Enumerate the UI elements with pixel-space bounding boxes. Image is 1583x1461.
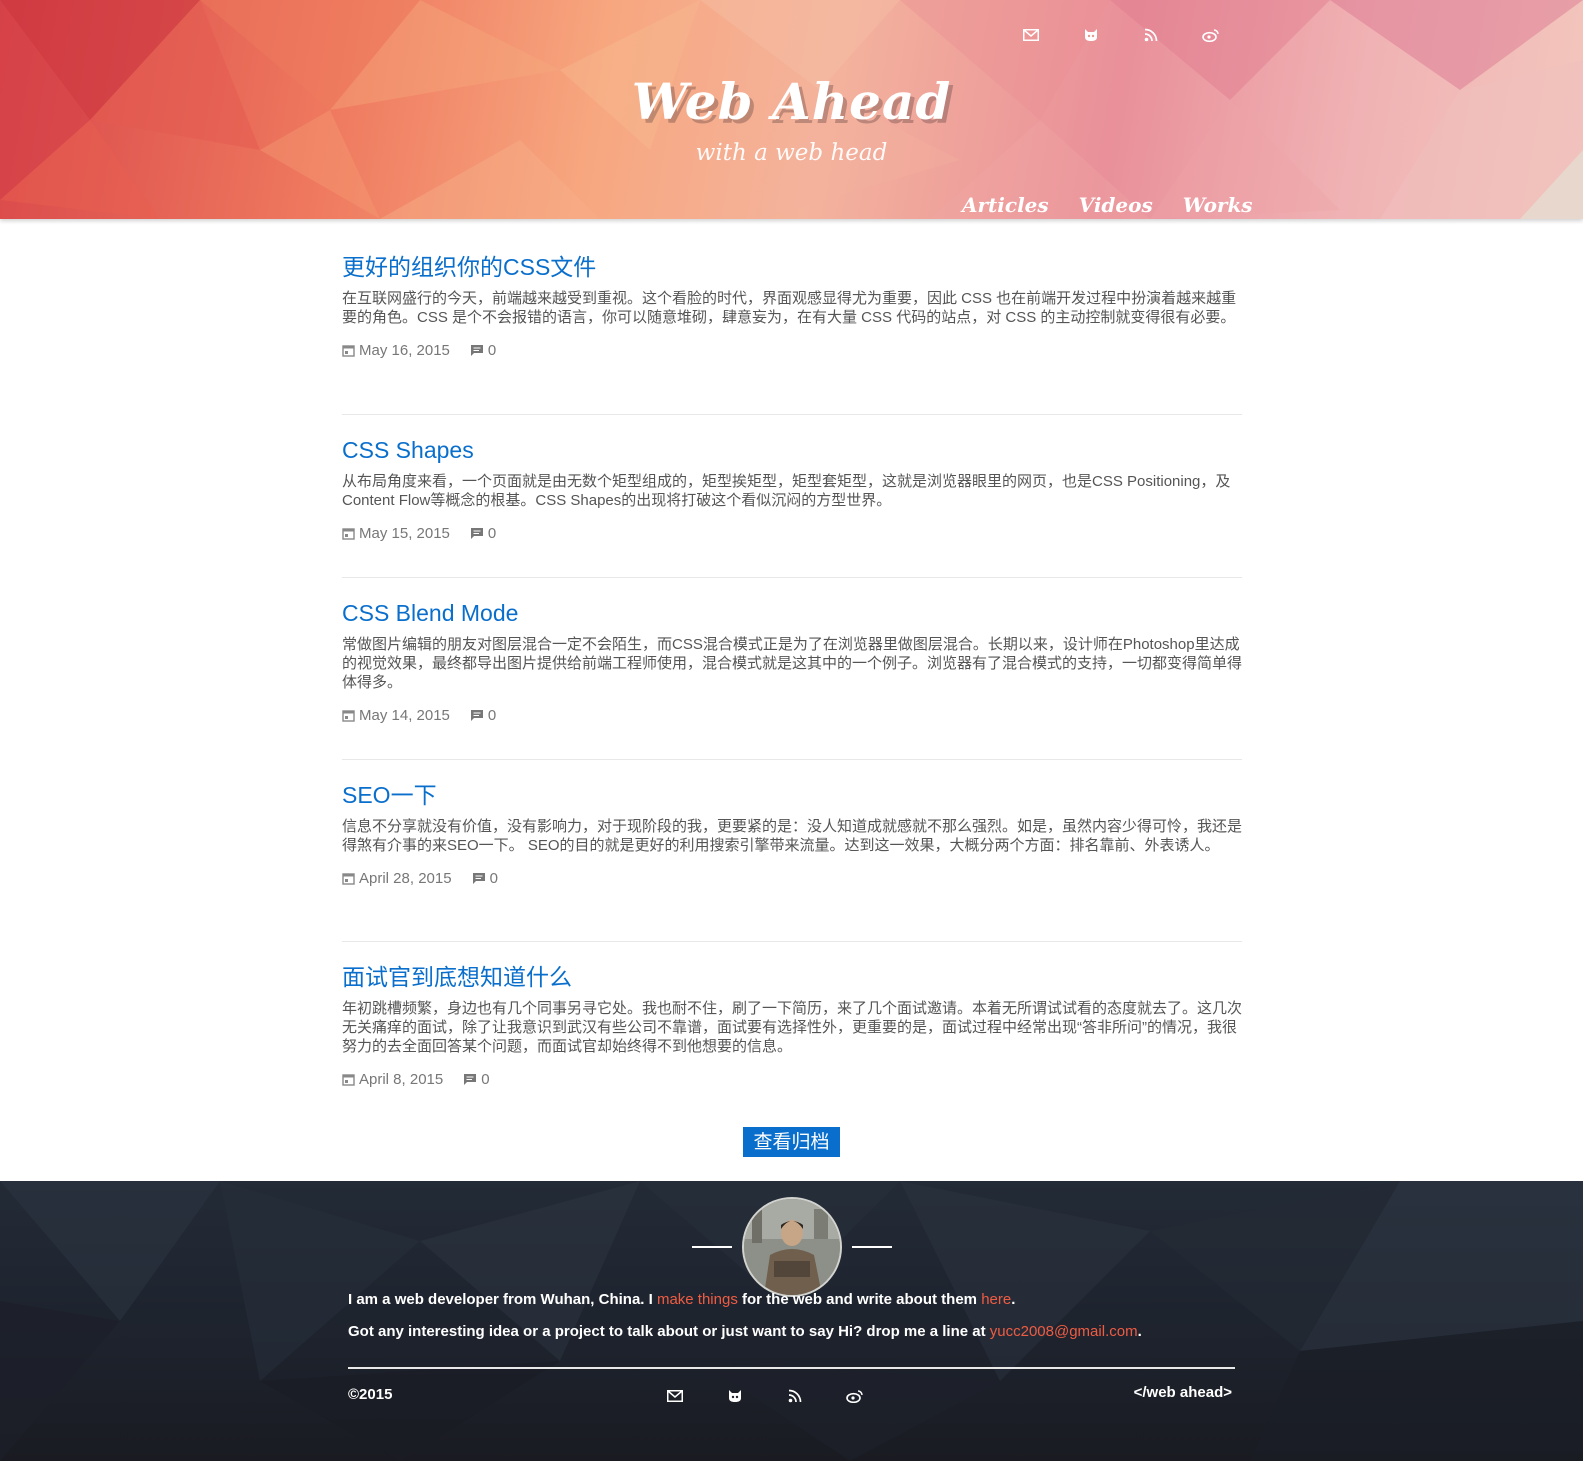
footer-contact-line: Got any interesting idea or a project to… [348, 1323, 1238, 1340]
post-title[interactable]: 更好的组织你的CSS文件 [342, 250, 1242, 284]
post-excerpt: 从布局角度来看，一个页面就是由无数个矩型组成的，矩型挨矩型，矩型套矩型，这就是浏… [342, 473, 1231, 509]
footer-about-text-2: for the web and write about them [737, 1291, 982, 1308]
footer-social-icons [664, 1385, 866, 1407]
github-icon[interactable] [724, 1385, 746, 1407]
post-comment-count[interactable]: 0 [488, 707, 496, 724]
calendar-icon [342, 527, 355, 540]
main-nav: Articles Videos Works [962, 193, 1253, 217]
github-icon[interactable] [1080, 24, 1102, 46]
post-date: May 15, 2015 [359, 525, 450, 542]
post-date: April 28, 2015 [359, 870, 452, 887]
post-excerpt: 信息不分享就没有价值，没有影响力，对于现阶段的我，更要紧的是：没人知道成就感就不… [342, 818, 1243, 854]
comment-icon [463, 1073, 477, 1086]
calendar-icon [342, 709, 355, 722]
post-meta: May 16, 2015 0 [342, 342, 1242, 359]
nav-articles[interactable]: Articles [962, 193, 1049, 217]
post-excerpt: 在互联网盛行的今天，前端越来越受到重视。这个看脸的时代，界面观感显得尤为重要，因… [342, 290, 1237, 326]
post-title[interactable]: CSS Shapes [342, 433, 1242, 467]
header-social-icons [1020, 24, 1222, 46]
footer-about-line: I am a web developer from Wuhan, China. … [348, 1291, 1238, 1308]
post-meta: April 28, 2015 0 [342, 870, 1242, 887]
footer-about-period: . [1011, 1291, 1016, 1308]
make-things-link[interactable]: make things [657, 1291, 738, 1308]
footer-divider [348, 1367, 1235, 1369]
post-title[interactable]: SEO一下 [342, 778, 1242, 812]
post-title[interactable]: 面试官到底想知道什么 [342, 960, 1242, 994]
comment-icon [470, 709, 484, 722]
footer-about-text: I am a web developer from Wuhan, China. … [348, 1291, 657, 1308]
nav-videos[interactable]: Videos [1079, 193, 1153, 217]
copyright: ©2015 [348, 1386, 393, 1403]
view-archive-button[interactable]: 查看归档 [743, 1127, 840, 1157]
email-link[interactable]: yucc2008@gmail.com [990, 1323, 1138, 1340]
mail-icon[interactable] [664, 1385, 686, 1407]
post-comment-count[interactable]: 0 [488, 525, 496, 542]
post-date: May 16, 2015 [359, 342, 450, 359]
site-title[interactable]: Web Ahead [0, 72, 1583, 131]
weibo-icon[interactable] [1200, 24, 1222, 46]
footer-contact-period: . [1137, 1323, 1142, 1340]
rss-icon[interactable] [1140, 24, 1162, 46]
avatar-row [0, 1197, 1583, 1297]
site-subtitle: with a web head [695, 140, 888, 166]
post-title[interactable]: CSS Blend Mode [342, 596, 1242, 630]
calendar-icon [342, 344, 355, 357]
divider-line-right [851, 1246, 892, 1248]
footer-contact-text: Got any interesting idea or a project to… [348, 1323, 990, 1340]
rss-icon[interactable] [784, 1385, 806, 1407]
post-comment-count[interactable]: 0 [488, 342, 496, 359]
post-date: May 14, 2015 [359, 707, 450, 724]
mail-icon[interactable] [1020, 24, 1042, 46]
calendar-icon [342, 872, 355, 885]
post-item: CSS Blend Mode 常做图片编辑的朋友对图层混合一定不会陌生，而CSS… [342, 578, 1242, 760]
site-header: Web Ahead with a web head Articles Video… [0, 0, 1583, 219]
weibo-icon[interactable] [844, 1385, 866, 1407]
calendar-icon [342, 1073, 355, 1086]
nav-works[interactable]: Works [1183, 193, 1253, 217]
site-footer: I am a web developer from Wuhan, China. … [0, 1181, 1583, 1461]
post-comment-count[interactable]: 0 [481, 1071, 489, 1088]
footer-brand: </web ahead> [1133, 1384, 1232, 1401]
comment-icon [470, 344, 484, 357]
post-item: CSS Shapes 从布局角度来看，一个页面就是由无数个矩型组成的，矩型挨矩型… [342, 415, 1242, 578]
comment-icon [472, 872, 486, 885]
comment-icon [470, 527, 484, 540]
post-item: 更好的组织你的CSS文件 在互联网盛行的今天，前端越来越受到重视。这个看脸的时代… [342, 250, 1242, 415]
here-link[interactable]: here [981, 1291, 1011, 1308]
post-date: April 8, 2015 [359, 1071, 444, 1088]
post-item: SEO一下 信息不分享就没有价值，没有影响力，对于现阶段的我，更要紧的是：没人知… [342, 760, 1242, 942]
divider-line-left [691, 1246, 732, 1248]
post-meta: May 14, 2015 0 [342, 707, 1242, 724]
post-excerpt: 年初跳槽频繁，身边也有几个同事另寻它处。我也耐不住，刷了一下简历，来了几个面试邀… [342, 1000, 1243, 1055]
post-comment-count[interactable]: 0 [490, 870, 498, 887]
archive-wrap: 查看归档 [0, 1127, 1583, 1157]
post-meta: April 8, 2015 0 [342, 1071, 1242, 1088]
avatar [741, 1197, 842, 1297]
post-list: 更好的组织你的CSS文件 在互联网盛行的今天，前端越来越受到重视。这个看脸的时代… [342, 250, 1242, 1102]
post-excerpt: 常做图片编辑的朋友对图层混合一定不会陌生，而CSS混合模式正是为了在浏览器里做图… [342, 636, 1243, 691]
post-meta: May 15, 2015 0 [342, 525, 1242, 542]
post-item: 面试官到底想知道什么 年初跳槽频繁，身边也有几个同事另寻它处。我也耐不住，刷了一… [342, 942, 1242, 1102]
